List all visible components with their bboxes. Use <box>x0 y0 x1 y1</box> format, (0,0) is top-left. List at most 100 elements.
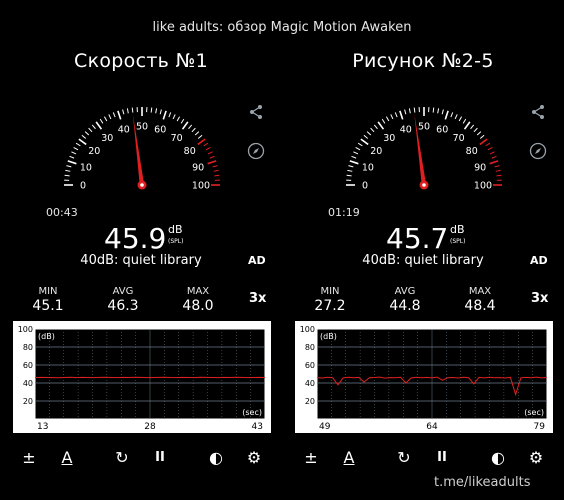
gauge-tick <box>95 121 103 130</box>
graph-y-tick-label: 100 <box>300 325 315 334</box>
gauge-tick <box>188 124 193 130</box>
reset-icon[interactable]: ↻ <box>110 446 134 470</box>
gauge-tick <box>122 109 125 115</box>
stat-avg-label: AVG <box>112 286 134 297</box>
gauge-tick <box>209 155 215 159</box>
gauge-tick-label: 100 <box>192 181 210 192</box>
gauge-tick <box>205 146 211 151</box>
font-a-icon[interactable]: A <box>337 446 361 470</box>
gauge-tick-label: 60 <box>154 124 166 135</box>
gauge-tick-label: 0 <box>362 181 368 192</box>
gauge-tick <box>495 169 501 172</box>
gauge-tick <box>78 138 87 146</box>
stat-avg-value: 46.3 <box>107 298 139 314</box>
gauge-tick <box>207 151 213 155</box>
gauge-tick <box>197 134 203 139</box>
gauge-tick <box>489 160 499 165</box>
unit-sub-label: (SPL) <box>168 238 184 245</box>
sound-level-gauge: 010203040 50 60708090100 <box>346 107 502 192</box>
stat-avg-label: AVG <box>394 286 416 297</box>
gauge-tick-label: 80 <box>184 146 196 157</box>
gauge-tick <box>168 112 172 118</box>
compass-icon[interactable] <box>247 142 265 160</box>
gauge-tick <box>66 165 72 168</box>
graph-trace <box>34 376 266 379</box>
gauge-tick <box>355 146 361 151</box>
gauge-tick <box>444 110 449 120</box>
gauge-tick <box>346 174 352 177</box>
pause-icon[interactable]: II <box>148 446 172 470</box>
gauge-tick <box>203 142 209 147</box>
gauge-tick <box>413 107 416 113</box>
unit-label: dB <box>168 223 183 236</box>
gauge-tick <box>381 118 386 124</box>
contrast-icon[interactable]: ◐ <box>204 446 228 470</box>
gauge-tick <box>197 138 206 146</box>
gauge-tick <box>84 131 90 136</box>
reading-unit: dB (SPL) <box>168 224 183 247</box>
stat-avg: AVG 46.3 <box>93 286 153 314</box>
gauge-tick <box>155 108 158 114</box>
gauge-tick <box>214 174 220 177</box>
gauge-tick <box>348 165 354 168</box>
gauge-hub-center <box>140 183 144 187</box>
gauge-tick <box>360 138 369 146</box>
stat-max-value: 48.4 <box>464 298 496 314</box>
gauge-tick-label: 90 <box>474 162 486 173</box>
gauge-tick <box>162 110 167 120</box>
speed-toggle[interactable]: 3x <box>531 291 548 306</box>
share-icon[interactable] <box>529 104 547 122</box>
graph-x-tick-label: 49 <box>319 422 331 432</box>
bottom-toolbar: ± A ↻ II ◐ ⚙ <box>0 446 282 470</box>
share-icon[interactable] <box>247 104 265 122</box>
stat-max: MAX 48.4 <box>450 286 510 314</box>
panel-title: Скорость №1 <box>74 50 208 72</box>
gauge-tick <box>399 110 404 120</box>
gauge-tick <box>357 142 363 147</box>
gauge-tick <box>454 114 458 120</box>
stat-max-label: MAX <box>468 286 492 297</box>
graph-x-tick-label: 79 <box>534 422 546 432</box>
gauge-tick <box>213 169 219 172</box>
gauge-tick <box>71 151 77 155</box>
contrast-icon[interactable]: ◐ <box>486 446 510 470</box>
reset-icon[interactable]: ↻ <box>392 446 416 470</box>
stat-min-label: MIN <box>38 286 58 297</box>
graph-y-tick-label: 60 <box>305 361 315 370</box>
panel-title: Рисунок №2-5 <box>352 50 494 72</box>
compass-icon[interactable] <box>529 142 547 160</box>
gear-icon[interactable]: ⚙ <box>242 446 266 470</box>
gauge-tick <box>479 138 488 146</box>
gauge-tick <box>212 165 218 168</box>
bottom-toolbar: ± A ↻ II ◐ ⚙ <box>282 446 564 470</box>
plus-minus-icon[interactable]: ± <box>299 446 323 470</box>
gauge-tick-label: 80 <box>466 146 478 157</box>
gauge-tick <box>370 127 375 133</box>
plus-minus-icon[interactable]: ± <box>17 446 41 470</box>
pause-icon[interactable]: II <box>430 446 454 470</box>
gauge-tick-label: 20 <box>88 146 100 157</box>
elapsed-timer: 01:19 <box>328 206 360 219</box>
speed-toggle[interactable]: 3x <box>249 291 266 306</box>
graph-x-tick-label: 28 <box>144 422 156 432</box>
stat-avg-value: 44.8 <box>389 298 421 314</box>
gauge-tick <box>181 121 189 130</box>
stat-avg: AVG 44.8 <box>375 286 435 314</box>
gauge-tick <box>404 109 407 115</box>
stat-min: MIN 45.1 <box>18 286 78 314</box>
gauge-tick <box>485 142 491 147</box>
graph-y-tick-label: 60 <box>23 361 33 370</box>
font-a-icon[interactable]: A <box>55 446 79 470</box>
gauge-tick <box>69 155 75 159</box>
gauge-tick <box>65 169 71 172</box>
graph-x-tick-label: 43 <box>252 422 263 432</box>
gauge-tick <box>437 108 440 114</box>
gauge-tick <box>99 118 104 124</box>
gauge-tick <box>394 112 398 118</box>
ad-toggle[interactable]: AD <box>530 254 548 267</box>
ad-toggle[interactable]: AD <box>248 254 266 267</box>
gauge-tick-label: 30 <box>101 133 113 144</box>
gear-icon[interactable]: ⚙ <box>524 446 548 470</box>
gauge-tick <box>363 134 369 139</box>
gauge-tick <box>373 124 378 130</box>
